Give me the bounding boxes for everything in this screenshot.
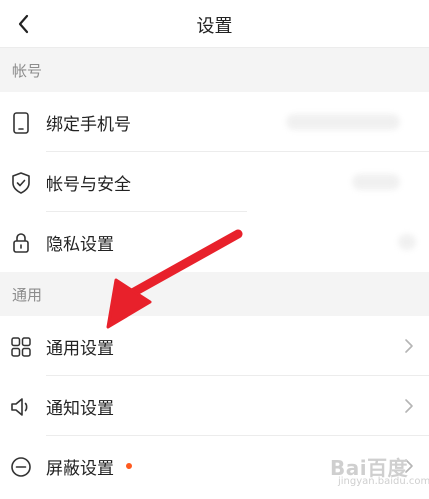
blurred-value xyxy=(286,114,400,130)
row-label: 通用设置 xyxy=(46,339,114,359)
row-label: 通知设置 xyxy=(46,399,114,419)
chevron-right-icon xyxy=(405,459,413,473)
section-title: 帐号 xyxy=(12,62,43,80)
blurred-value xyxy=(352,174,400,190)
row-general-settings[interactable]: 通用设置 xyxy=(0,316,429,376)
section-header-account: 帐号 xyxy=(0,48,429,92)
settings-screen: 设置 帐号 绑定手机号 帐号与安全 隐私设置 通用 通用设置 通知设置 屏蔽设置… xyxy=(0,0,429,499)
lock-icon xyxy=(8,230,34,256)
blurred-value xyxy=(398,234,416,250)
row-label: 绑定手机号 xyxy=(46,115,131,135)
row-account-security[interactable]: 帐号与安全 xyxy=(0,152,429,212)
shield-check-icon xyxy=(8,170,34,196)
block-icon xyxy=(8,454,34,480)
row-label: 隐私设置 xyxy=(46,235,114,255)
row-bind-phone[interactable]: 绑定手机号 xyxy=(0,92,429,152)
page-title: 设置 xyxy=(196,16,233,37)
phone-icon xyxy=(8,110,34,136)
navigation-bar: 设置 xyxy=(0,0,429,48)
speaker-icon xyxy=(8,394,34,420)
red-dot-badge xyxy=(126,463,132,469)
section-header-general: 通用 xyxy=(0,272,429,316)
section-title: 通用 xyxy=(12,286,43,304)
row-label: 帐号与安全 xyxy=(46,175,131,195)
row-privacy-settings[interactable]: 隐私设置 xyxy=(0,212,429,272)
row-block-settings[interactable]: 屏蔽设置 xyxy=(0,436,429,496)
grid-icon xyxy=(8,334,34,360)
chevron-right-icon xyxy=(405,399,413,413)
row-notification-settings[interactable]: 通知设置 xyxy=(0,376,429,436)
chevron-right-icon xyxy=(405,339,413,353)
row-label: 屏蔽设置 xyxy=(46,459,114,479)
